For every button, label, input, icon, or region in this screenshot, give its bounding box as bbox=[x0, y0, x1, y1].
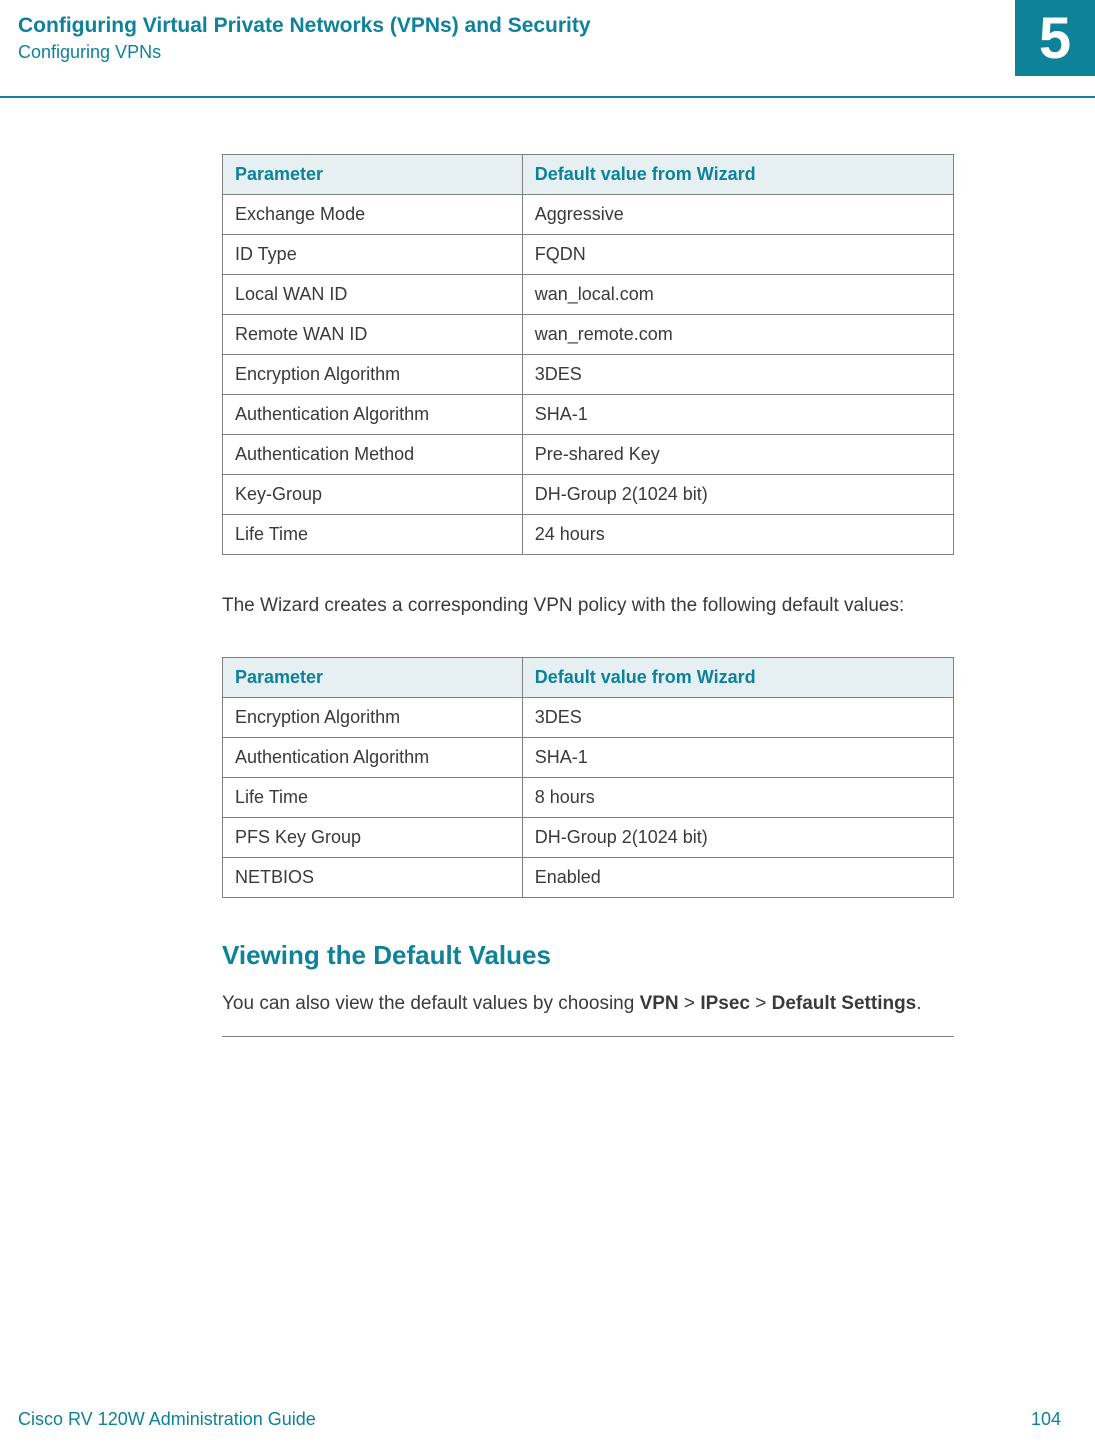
table-row: Life Time8 hours bbox=[223, 777, 954, 817]
nav-prefix: You can also view the default values by … bbox=[222, 993, 640, 1014]
table-row: ID TypeFQDN bbox=[223, 235, 954, 275]
cell-param: Authentication Method bbox=[223, 435, 523, 475]
cell-param: Remote WAN ID bbox=[223, 315, 523, 355]
cell-param: Encryption Algorithm bbox=[223, 355, 523, 395]
footer-guide-name: Cisco RV 120W Administration Guide bbox=[18, 1409, 316, 1430]
table-row: Life Time24 hours bbox=[223, 515, 954, 555]
table-header-parameter: Parameter bbox=[223, 155, 523, 195]
nav-instruction: You can also view the default values by … bbox=[222, 991, 954, 1017]
section-title: Configuring VPNs bbox=[18, 42, 1095, 63]
body-paragraph: The Wizard creates a corresponding VPN p… bbox=[222, 593, 954, 619]
cell-value: DH-Group 2(1024 bit) bbox=[522, 475, 953, 515]
table-row: Local WAN IDwan_local.com bbox=[223, 275, 954, 315]
cell-param: Encryption Algorithm bbox=[223, 697, 523, 737]
cell-value: Aggressive bbox=[522, 195, 953, 235]
chapter-number: 5 bbox=[1015, 0, 1095, 76]
cell-param: PFS Key Group bbox=[223, 817, 523, 857]
cell-value: Enabled bbox=[522, 857, 953, 897]
cell-value: DH-Group 2(1024 bit) bbox=[522, 817, 953, 857]
cell-value: wan_local.com bbox=[522, 275, 953, 315]
table-row: Authentication AlgorithmSHA-1 bbox=[223, 737, 954, 777]
table-row: PFS Key GroupDH-Group 2(1024 bit) bbox=[223, 817, 954, 857]
table-row: Encryption Algorithm3DES bbox=[223, 697, 954, 737]
cell-value: SHA-1 bbox=[522, 737, 953, 777]
table-row: Key-GroupDH-Group 2(1024 bit) bbox=[223, 475, 954, 515]
cell-param: NETBIOS bbox=[223, 857, 523, 897]
nav-step-default-settings: Default Settings bbox=[772, 993, 917, 1014]
cell-param: ID Type bbox=[223, 235, 523, 275]
cell-param: Life Time bbox=[223, 777, 523, 817]
vpn-policy-defaults-table: Parameter Default value from Wizard Encr… bbox=[222, 657, 954, 898]
cell-value: Pre-shared Key bbox=[522, 435, 953, 475]
table-row: NETBIOSEnabled bbox=[223, 857, 954, 897]
footer-page-number: 104 bbox=[1031, 1409, 1061, 1430]
table-row: Authentication AlgorithmSHA-1 bbox=[223, 395, 954, 435]
nav-step-vpn: VPN bbox=[640, 993, 679, 1014]
cell-param: Life Time bbox=[223, 515, 523, 555]
cell-param: Key-Group bbox=[223, 475, 523, 515]
cell-value: 8 hours bbox=[522, 777, 953, 817]
cell-param: Exchange Mode bbox=[223, 195, 523, 235]
nav-step-ipsec: IPsec bbox=[700, 993, 750, 1014]
cell-value: wan_remote.com bbox=[522, 315, 953, 355]
table-header-parameter: Parameter bbox=[223, 657, 523, 697]
cell-param: Authentication Algorithm bbox=[223, 395, 523, 435]
content-area: Parameter Default value from Wizard Exch… bbox=[222, 154, 954, 1037]
chapter-title: Configuring Virtual Private Networks (VP… bbox=[18, 14, 1095, 38]
heading-viewing-default-values: Viewing the Default Values bbox=[222, 940, 954, 971]
table-row: Remote WAN IDwan_remote.com bbox=[223, 315, 954, 355]
cell-param: Authentication Algorithm bbox=[223, 737, 523, 777]
cell-value: 3DES bbox=[522, 355, 953, 395]
table-header-value: Default value from Wizard bbox=[522, 155, 953, 195]
cell-value: 24 hours bbox=[522, 515, 953, 555]
header-rule bbox=[0, 96, 1095, 98]
table-row: Authentication MethodPre-shared Key bbox=[223, 435, 954, 475]
cell-value: SHA-1 bbox=[522, 395, 953, 435]
cell-param: Local WAN ID bbox=[223, 275, 523, 315]
ike-defaults-table: Parameter Default value from Wizard Exch… bbox=[222, 154, 954, 555]
nav-sep: > bbox=[679, 993, 701, 1014]
page-footer: Cisco RV 120W Administration Guide 104 bbox=[18, 1409, 1061, 1430]
page-header: Configuring Virtual Private Networks (VP… bbox=[0, 0, 1095, 74]
nav-sep: > bbox=[750, 993, 772, 1014]
table-row: Encryption Algorithm3DES bbox=[223, 355, 954, 395]
table-row: Exchange ModeAggressive bbox=[223, 195, 954, 235]
table-header-value: Default value from Wizard bbox=[522, 657, 953, 697]
nav-suffix: . bbox=[916, 993, 921, 1014]
cell-value: FQDN bbox=[522, 235, 953, 275]
section-rule bbox=[222, 1036, 954, 1037]
cell-value: 3DES bbox=[522, 697, 953, 737]
